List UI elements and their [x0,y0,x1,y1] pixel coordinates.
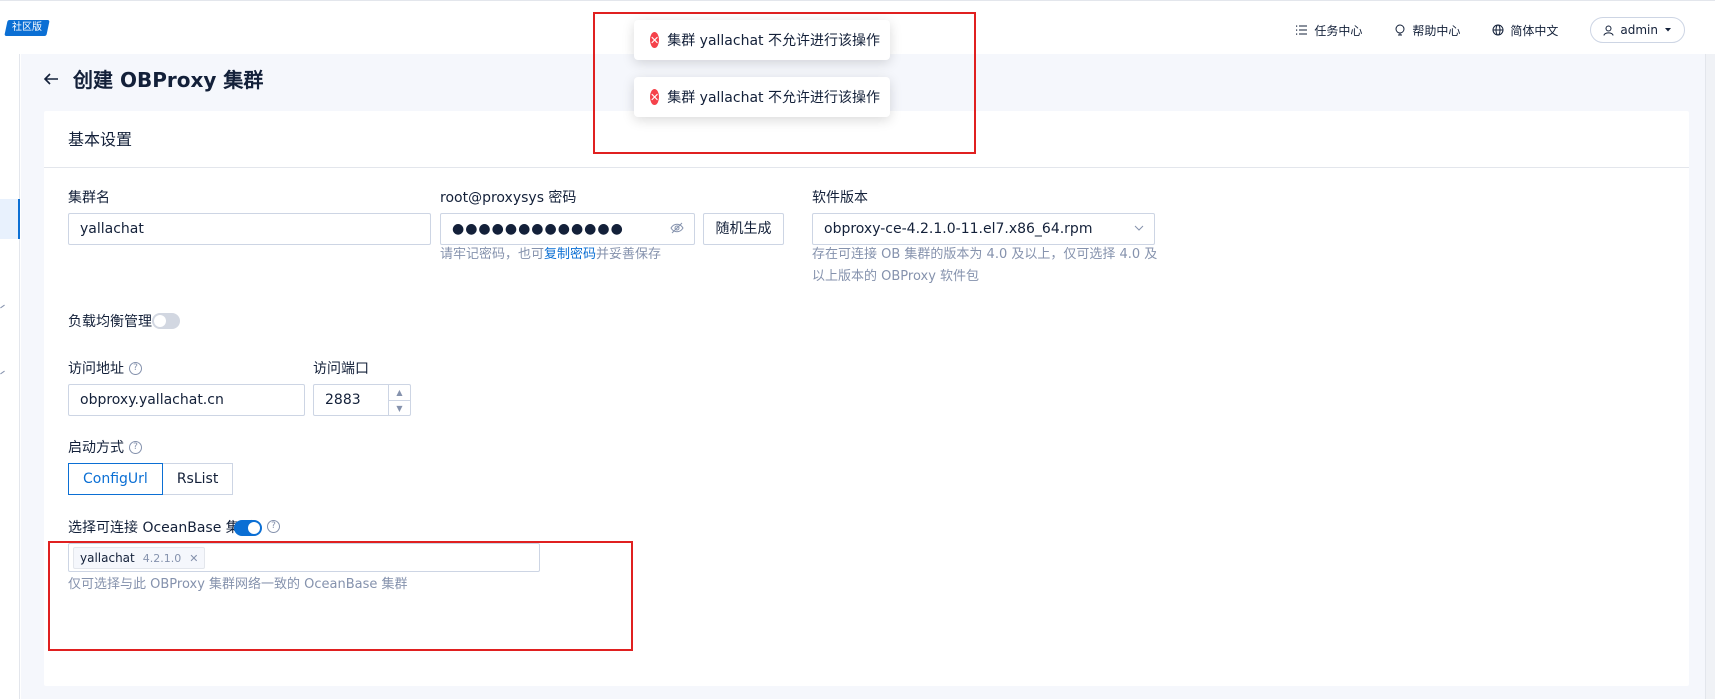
question-icon[interactable]: ? [129,361,142,375]
user-icon [1603,25,1614,36]
load-balance-label-text: 负载均衡管理 [68,314,152,330]
version-select[interactable]: obproxy-ce-4.2.1.0-11.el7.x86_64.rpm [812,213,1155,245]
top-nav: 任务中心 帮助中心 简体中文 admin [1296,17,1685,43]
load-balance-switch[interactable] [152,313,180,329]
sidebar-active-item[interactable] [0,199,20,239]
password-value: ●●●●●●●●●●●●● [452,221,624,237]
sidebar [0,54,20,699]
page-header: 创建 OBProxy 集群 [43,64,263,93]
port-value: 2883 [325,392,361,408]
switch-knob [154,315,166,327]
step-up-icon[interactable]: ▲ [389,385,410,400]
cluster-name-input[interactable]: yallachat [68,213,431,245]
eye-invisible-icon[interactable] [670,222,684,234]
start-mode-label: 启动方式 ? [68,437,142,457]
password-hint-suffix: 并妥善保存 [596,247,662,262]
error-toast: ✕ 集群 yallachat 不允许进行该操作 [634,20,890,60]
caret-down-icon [1664,27,1672,33]
back-arrow-icon[interactable] [43,72,59,86]
version-label: 软件版本 [812,187,868,207]
user-menu[interactable]: admin [1590,17,1685,43]
load-balance-label: 负载均衡管理 [68,311,152,331]
list-icon [1296,24,1308,36]
connect-cluster-label: 选择可连接 OceanBase 集群 [68,517,254,537]
version-hint-line1: 存在可连接 OB 集群的版本为 4.0 及以上，仅可选择 4.0 及 [812,247,1158,262]
version-label-text: 软件版本 [812,190,868,206]
cluster-name-label: 集群名 [68,187,110,207]
task-center-link[interactable]: 任务中心 [1296,22,1362,39]
version-hint-line2: 以上版本的 OBProxy 软件包 [812,269,980,284]
connect-cluster-switch[interactable] [234,520,262,536]
random-generate-button[interactable]: 随机生成 [703,213,784,245]
password-hint-prefix: 请牢记密码，也可 [440,247,545,262]
chevron-down-icon [1134,225,1144,232]
page-title: 创建 OBProxy 集群 [73,68,264,92]
port-label-text: 访问端口 [313,361,369,377]
password-label: root@proxysys 密码 [440,187,576,207]
question-icon[interactable]: ? [129,440,142,454]
version-hint: 存在可连接 OB 集群的版本为 4.0 及以上，仅可选择 4.0 及 以上版本的… [812,244,1162,288]
port-input[interactable]: 2883 ▲ ▼ [313,384,411,416]
help-center-link[interactable]: 帮助中心 [1394,22,1460,39]
language-switch[interactable]: 简体中文 [1492,22,1558,39]
address-label-text: 访问地址 [68,361,124,377]
globe-icon [1492,24,1504,36]
port-label: 访问端口 [313,358,369,378]
port-stepper[interactable]: ▲ ▼ [388,385,410,415]
password-label-text: root@proxysys 密码 [440,190,577,206]
user-name: admin [1620,23,1658,37]
task-center-label: 任务中心 [1314,23,1363,38]
option-configurl[interactable]: ConfigUrl [68,463,163,495]
scrollbar[interactable] [1705,54,1715,699]
option-rslist[interactable]: RsList [162,463,234,495]
start-mode-label-text: 启动方式 [68,440,124,456]
address-input[interactable]: obproxy.yallachat.cn [68,384,305,416]
version-select-value: obproxy-ce-4.2.1.0-11.el7.x86_64.rpm [824,221,1093,237]
help-center-label: 帮助中心 [1412,23,1461,38]
sidebar-chevron-icon [0,304,5,309]
address-label: 访问地址 ? [68,358,142,378]
sidebar-chevron-icon [0,370,5,375]
error-toast: ✕ 集群 yallachat 不允许进行该操作 [634,77,890,117]
edition-badge: 社区版 [4,20,50,36]
start-mode-segmented: ConfigUrl RsList [68,463,234,495]
step-down-icon[interactable]: ▼ [389,400,410,416]
cluster-name-label-text: 集群名 [68,190,110,206]
copy-password-link[interactable]: 复制密码 [544,247,596,262]
error-icon: ✕ [650,89,660,105]
connect-cluster-label-text: 选择可连接 OceanBase 集群 [68,520,254,536]
password-input[interactable]: ●●●●●●●●●●●●● [440,213,695,245]
password-hint: 请牢记密码，也可复制密码并妥善保存 [440,244,661,266]
error-icon: ✕ [650,32,660,48]
question-icon[interactable]: ? [267,520,280,533]
toast-message: 集群 yallachat 不允许进行该操作 [667,33,880,49]
bulb-icon [1394,24,1406,37]
highlight-box-connect-cluster [48,541,633,651]
switch-knob [248,522,260,534]
language-label: 简体中文 [1510,23,1559,38]
toast-message: 集群 yallachat 不允许进行该操作 [667,90,880,106]
